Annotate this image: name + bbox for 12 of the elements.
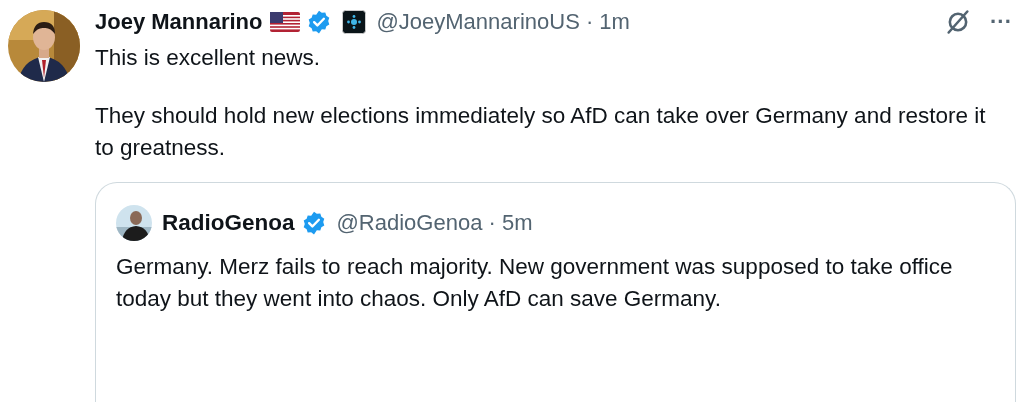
slashed-circle-icon[interactable] xyxy=(944,8,972,36)
handle-and-time: @RadioGenoa · 5m xyxy=(336,210,533,236)
affiliate-badge-icon xyxy=(342,10,367,34)
author-name[interactable]: Joey Mannarino xyxy=(95,9,263,35)
tweet-text: This is excellent news. xyxy=(95,44,322,72)
quoted-author-name[interactable]: RadioGenoa xyxy=(162,210,295,236)
quoted-tweet-text: Germany. Merz fails to reach majority. New government was supposed to take office today but they went into chaos. Only AfD can save Germany. xyxy=(116,253,954,313)
tweet-text: They should hold new elections immediately so AfD can take over Germany and restore it to greatness. xyxy=(95,102,987,162)
flag-icon xyxy=(270,12,301,32)
more-button[interactable]: ··· xyxy=(990,9,1012,35)
handle-and-time: @JoeyMannarinoUS · 1m xyxy=(376,9,630,35)
quoted-tweet-card[interactable]: RadioGenoa @RadioGenoa · 5m Germany. Merz fails to reach majority. New government was supposed to take office today but they went into chaos. Only AfD can save Germany. xyxy=(95,182,1016,402)
